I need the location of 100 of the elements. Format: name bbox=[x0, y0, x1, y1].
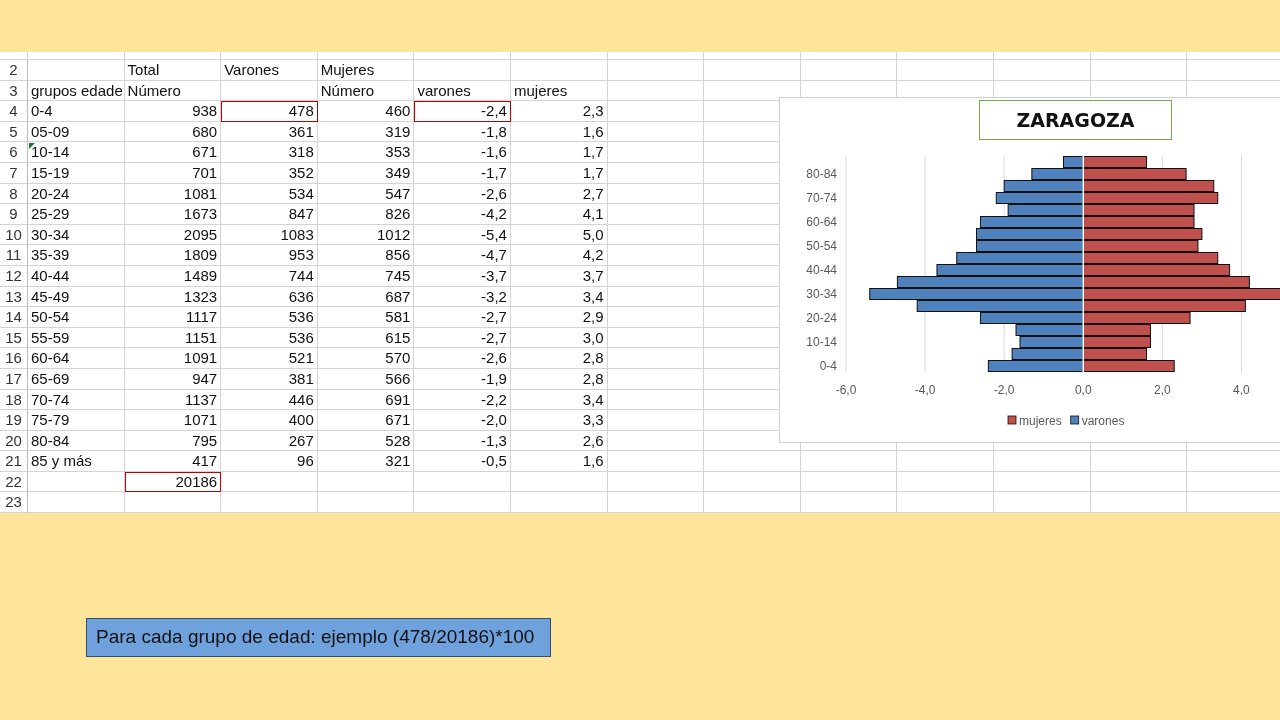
table-cell: 581 bbox=[317, 307, 415, 328]
row-number[interactable]: 8 bbox=[0, 183, 28, 205]
legend-label: varones bbox=[1081, 414, 1125, 428]
table-cell: 381 bbox=[221, 368, 318, 390]
row-number[interactable]: 2 bbox=[0, 60, 28, 81]
table-cell: 521 bbox=[221, 348, 318, 369]
table-cell: 75-79 bbox=[28, 410, 125, 431]
table-cell: 938 bbox=[124, 101, 222, 122]
table-cell: 60-64 bbox=[28, 348, 125, 369]
row-number[interactable]: 5 bbox=[0, 121, 28, 143]
table-cell: 536 bbox=[221, 327, 318, 349]
row-number[interactable]: 14 bbox=[0, 307, 28, 328]
row-number[interactable]: 19 bbox=[0, 410, 28, 431]
row-number[interactable]: 9 bbox=[0, 204, 28, 225]
table-cell: 05-09 bbox=[28, 121, 125, 143]
row-number[interactable]: 12 bbox=[0, 265, 28, 287]
table-cell: 5,0 bbox=[510, 224, 608, 246]
table-cell: 1809 bbox=[124, 245, 222, 266]
table-cell: 2,9 bbox=[510, 307, 608, 328]
axis-category-label: 40-44 bbox=[806, 263, 837, 277]
table-cell: 2,6 bbox=[510, 430, 608, 452]
table-cell: -5,4 bbox=[414, 224, 511, 246]
table-cell: 528 bbox=[317, 430, 415, 452]
table-cell: -1,7 bbox=[414, 162, 511, 184]
table-cell: -1,8 bbox=[414, 121, 511, 143]
table-cell: 20186 bbox=[124, 471, 222, 493]
table-cell: 615 bbox=[317, 327, 415, 349]
table-cell: -1,6 bbox=[414, 142, 511, 163]
column-header: Mujeres bbox=[317, 60, 415, 81]
table-cell: 1091 bbox=[124, 348, 222, 369]
row-number[interactable]: 6 bbox=[0, 142, 28, 163]
column-header: grupos edade bbox=[28, 80, 125, 102]
table-cell: -3,7 bbox=[414, 265, 511, 287]
table-cell: 96 bbox=[221, 451, 318, 472]
table-cell: 671 bbox=[317, 410, 415, 431]
axis-category-label: 70-74 bbox=[806, 191, 837, 205]
table-cell: 30-34 bbox=[28, 224, 125, 246]
table-cell: -0,5 bbox=[414, 451, 511, 472]
table-cell: 826 bbox=[317, 204, 415, 225]
table-cell: 1012 bbox=[317, 224, 415, 246]
table-cell: 687 bbox=[317, 286, 415, 308]
table-cell: -4,2 bbox=[414, 204, 511, 225]
table-cell: 636 bbox=[221, 286, 318, 308]
table-cell: 1673 bbox=[124, 204, 222, 225]
table-cell: 50-54 bbox=[28, 307, 125, 328]
table-cell: 566 bbox=[317, 368, 415, 390]
column-header: varones bbox=[414, 80, 511, 102]
row-number[interactable]: 11 bbox=[0, 245, 28, 266]
table-cell: 1323 bbox=[124, 286, 222, 308]
legend-label: mujeres bbox=[1019, 414, 1062, 428]
axis-tick-label: -6,0 bbox=[835, 383, 857, 397]
table-cell: 70-74 bbox=[28, 389, 125, 411]
table-cell: 745 bbox=[317, 265, 415, 287]
row-number[interactable]: 17 bbox=[0, 368, 28, 390]
row-number[interactable]: 21 bbox=[0, 451, 28, 472]
table-cell: 744 bbox=[221, 265, 318, 287]
table-cell: 3,4 bbox=[510, 286, 608, 308]
row-number[interactable]: 13 bbox=[0, 286, 28, 308]
table-cell: 20-24 bbox=[28, 183, 125, 205]
table-cell: 671 bbox=[124, 142, 222, 163]
table-cell: 318 bbox=[221, 142, 318, 163]
table-cell: 353 bbox=[317, 142, 415, 163]
row-number[interactable]: 20 bbox=[0, 430, 28, 452]
row-number[interactable]: 22 bbox=[0, 471, 28, 493]
table-cell: 25-29 bbox=[28, 204, 125, 225]
row-number[interactable]: 4 bbox=[0, 101, 28, 122]
table-cell: 3,0 bbox=[510, 327, 608, 349]
axis-category-label: 0-4 bbox=[819, 359, 837, 373]
table-cell: 352 bbox=[221, 162, 318, 184]
table-cell: 1071 bbox=[124, 410, 222, 431]
table-cell: 446 bbox=[221, 389, 318, 411]
table-cell: 460 bbox=[317, 101, 415, 122]
table-cell: 547 bbox=[317, 183, 415, 205]
table-cell: 40-44 bbox=[28, 265, 125, 287]
row-number[interactable]: 7 bbox=[0, 162, 28, 184]
table-cell: 267 bbox=[221, 430, 318, 452]
table-cell: 701 bbox=[124, 162, 222, 184]
table-cell: 3,3 bbox=[510, 410, 608, 431]
row-number[interactable]: 10 bbox=[0, 224, 28, 246]
row-number[interactable]: 3 bbox=[0, 80, 28, 102]
table-cell: 80-84 bbox=[28, 430, 125, 452]
row-number[interactable]: 16 bbox=[0, 348, 28, 369]
table-cell: -2,0 bbox=[414, 410, 511, 431]
column-header: mujeres bbox=[510, 80, 608, 102]
table-cell: 680 bbox=[124, 121, 222, 143]
table-cell: 319 bbox=[317, 121, 415, 143]
table-cell: 847 bbox=[221, 204, 318, 225]
row-number[interactable]: 18 bbox=[0, 389, 28, 411]
row-number[interactable]: 15 bbox=[0, 327, 28, 349]
table-cell: 1,7 bbox=[510, 142, 608, 163]
table-cell: -2,6 bbox=[414, 183, 511, 205]
table-cell: 478 bbox=[221, 101, 318, 122]
table-cell: 1,6 bbox=[510, 121, 608, 143]
table-cell: 4,2 bbox=[510, 245, 608, 266]
row-number[interactable]: 23 bbox=[0, 492, 28, 513]
table-cell: 2,8 bbox=[510, 368, 608, 390]
axis-tick-label: 4,0 bbox=[1233, 383, 1250, 397]
axis-tick-label: 0,0 bbox=[1074, 383, 1092, 397]
table-cell: 1489 bbox=[124, 265, 222, 287]
axis-category-label: 60-64 bbox=[806, 215, 837, 229]
